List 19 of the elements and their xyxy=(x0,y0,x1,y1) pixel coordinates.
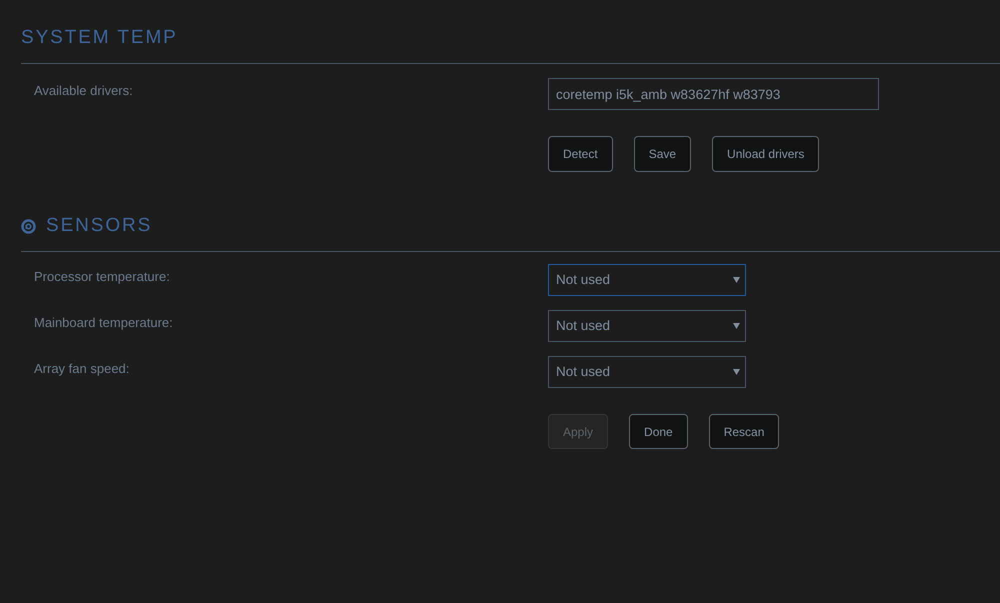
caret-icon xyxy=(733,277,740,283)
field-label: Processor temperature: xyxy=(33,268,170,286)
action-button[interactable]: Rescan xyxy=(708,414,780,449)
action-button[interactable]: Detect xyxy=(548,136,613,172)
sensor-select[interactable]: Not used xyxy=(548,356,746,388)
caret-icon xyxy=(733,369,740,375)
field-label: Available drivers: xyxy=(33,82,133,100)
action-button[interactable]: Unload drivers xyxy=(712,136,820,172)
field-label: Mainboard temperature: xyxy=(33,314,173,332)
section-title: SENSORS xyxy=(46,214,152,238)
sensor-select[interactable]: Not used xyxy=(548,264,746,296)
field-label: Array fan speed: xyxy=(33,360,130,378)
drivers-field[interactable]: coretemp i5k_amb w83627hf w83793 xyxy=(548,78,879,110)
sensor-select[interactable]: Not used xyxy=(548,310,746,342)
caret-icon xyxy=(733,323,740,329)
action-button[interactable]: Save xyxy=(634,136,692,172)
section-title: SYSTEM TEMP xyxy=(21,26,178,50)
action-button[interactable]: Done xyxy=(629,414,688,449)
ring-icon xyxy=(21,218,36,234)
